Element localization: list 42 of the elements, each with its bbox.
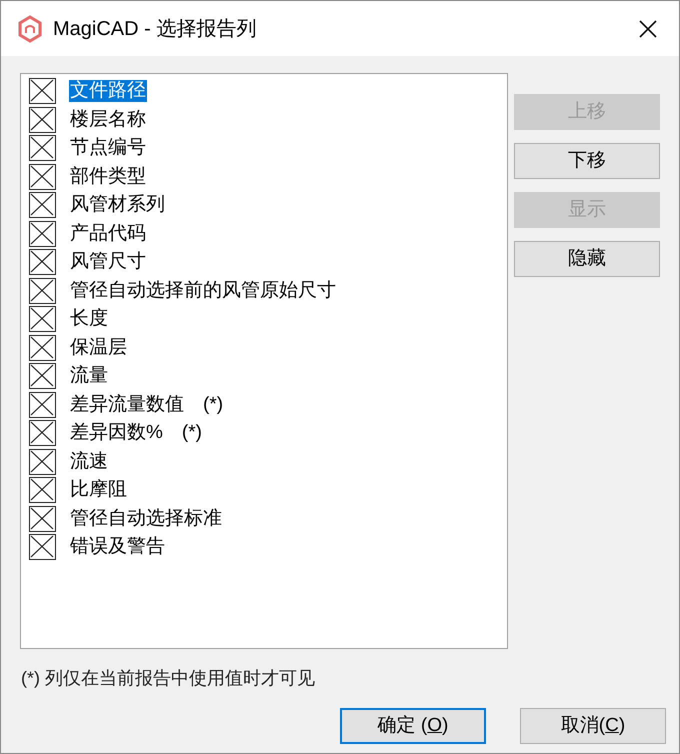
- list-item[interactable]: 流速: [69, 450, 109, 473]
- list-item[interactable]: 流量: [69, 365, 109, 388]
- checkbox[interactable]: [29, 192, 56, 218]
- checkbox[interactable]: [29, 334, 56, 361]
- dialog-button[interactable]: 确定 (O): [340, 708, 486, 744]
- checkbox[interactable]: [29, 278, 56, 304]
- list-item[interactable]: 风管材系列: [69, 194, 166, 216]
- checkbox[interactable]: [29, 164, 56, 190]
- side-button[interactable]: 隐藏: [514, 241, 660, 277]
- list-item[interactable]: 管径自动选择标准: [69, 508, 223, 530]
- checkbox[interactable]: [29, 220, 56, 247]
- list-item[interactable]: 长度: [69, 308, 109, 330]
- list-item[interactable]: 部件类型: [69, 166, 147, 188]
- list-item[interactable]: 保温层: [69, 336, 128, 359]
- checkbox[interactable]: [29, 392, 56, 418]
- list-item[interactable]: 差异因数% (*): [69, 422, 203, 444]
- checkbox[interactable]: [29, 534, 56, 560]
- checkbox[interactable]: [29, 106, 56, 133]
- side-button[interactable]: 下移: [514, 143, 660, 179]
- list-item[interactable]: 错误及警告: [69, 536, 166, 558]
- list-item[interactable]: 差异流量数值 (*): [69, 394, 224, 416]
- footnote-text: (*) 列仅在当前报告中使用值时才可见: [21, 667, 315, 690]
- dialog-button[interactable]: 取消(C): [520, 708, 666, 744]
- checkbox[interactable]: [29, 477, 56, 504]
- app-logo-icon: [17, 14, 43, 42]
- checkbox[interactable]: [29, 78, 56, 104]
- close-icon: [638, 18, 658, 38]
- list-item[interactable]: 楼层名称: [69, 108, 147, 131]
- list-item[interactable]: 风管尺寸: [69, 251, 147, 274]
- list-item[interactable]: 比摩阻: [69, 479, 128, 502]
- checkbox[interactable]: [29, 306, 56, 332]
- list-item[interactable]: 管径自动选择前的风管原始尺寸: [69, 280, 337, 302]
- list-item[interactable]: 产品代码: [69, 222, 147, 245]
- list-item[interactable]: 文件路径: [69, 80, 147, 102]
- list-item[interactable]: 节点编号: [69, 137, 147, 160]
- checkbox[interactable]: [29, 363, 56, 390]
- checkbox[interactable]: [29, 448, 56, 475]
- checkbox[interactable]: [29, 135, 56, 162]
- checkbox[interactable]: [29, 249, 56, 276]
- checkbox[interactable]: [29, 420, 56, 446]
- checkbox[interactable]: [29, 506, 56, 532]
- window-title: MagiCAD - 选择报告列: [53, 16, 256, 42]
